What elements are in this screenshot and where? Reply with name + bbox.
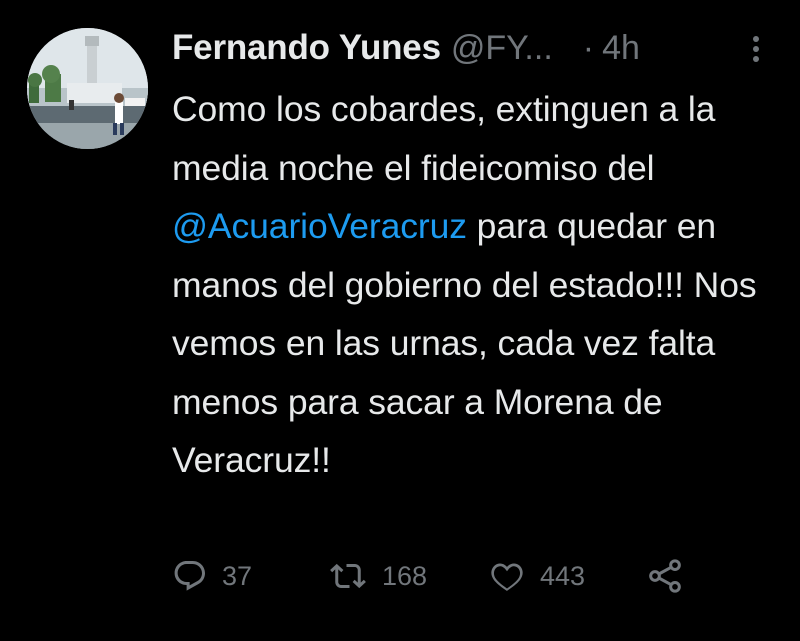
separator-dot: ·	[582, 28, 595, 67]
avatar[interactable]	[27, 28, 148, 149]
like-count: 443	[540, 560, 586, 591]
retweet-count: 168	[382, 560, 428, 591]
share-icon	[645, 556, 685, 596]
timestamp[interactable]: 4h	[602, 29, 640, 68]
retweet-icon	[328, 558, 368, 594]
mention-link[interactable]: @AcuarioVeracruz	[172, 206, 467, 246]
share-button[interactable]	[645, 556, 685, 596]
user-handle[interactable]: @FY...	[451, 29, 553, 68]
display-name[interactable]: Fernando Yunes	[172, 28, 441, 68]
reply-count: 37	[222, 560, 253, 591]
tweet-header: Fernando Yunes @FY... · 4h	[172, 26, 640, 70]
reply-icon	[172, 558, 208, 594]
more-vertical-icon[interactable]	[746, 33, 766, 65]
tweet[interactable]: Fernando Yunes @FY... · 4h Como los coba…	[0, 0, 800, 641]
tweet-text-part2: para quedar en manos del gobierno del es…	[172, 206, 757, 480]
like-button[interactable]: 443	[488, 558, 645, 594]
retweet-button[interactable]: 168	[328, 558, 488, 594]
reply-button[interactable]: 37	[172, 558, 328, 594]
heart-icon	[488, 558, 526, 594]
tweet-text-part1: Como los cobardes, extinguen a la media …	[172, 89, 716, 188]
tweet-actions: 37 168 443	[172, 556, 685, 596]
profile-photo-image	[27, 28, 148, 149]
tweet-text: Como los cobardes, extinguen a la media …	[172, 80, 782, 490]
